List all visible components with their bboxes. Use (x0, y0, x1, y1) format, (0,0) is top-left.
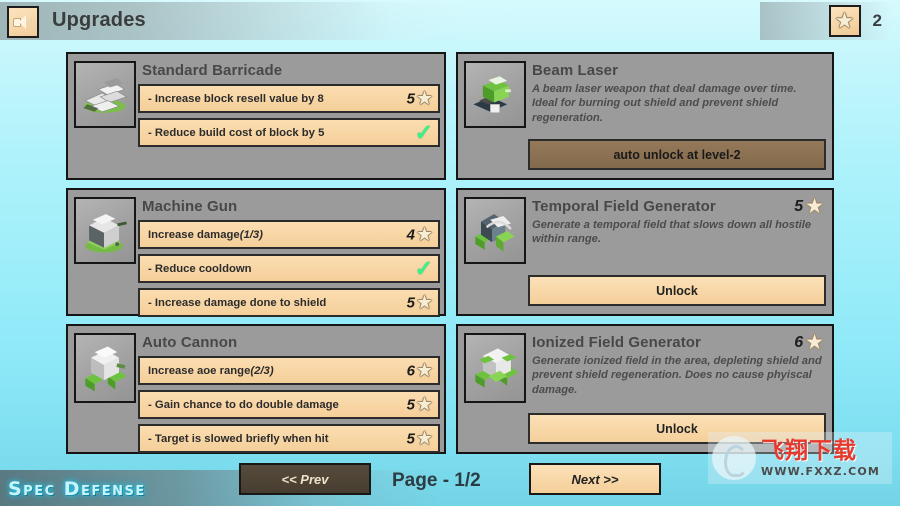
card-description: A beam laser weapon that deal damage ove… (532, 83, 797, 124)
upgrade-row-cost: 4 ★ (407, 225, 433, 244)
upgrade-row-list: - Increase block resell value by 8 5 ★ -… (138, 84, 440, 152)
star-icon-box: ★ (828, 5, 861, 37)
upgrade-card-standard-barricade[interactable]: Standard Barricade - Increase block rese… (66, 52, 446, 180)
card-title: Standard Barricade (142, 62, 283, 79)
machine-gun-tower-icon (74, 197, 136, 264)
checkmark-icon: ✓ (414, 119, 433, 145)
temporal-field-tower-icon (464, 197, 526, 264)
upgrade-row-label: - Reduce cooldown (148, 262, 252, 275)
upgrade-row-owned: ✓ (414, 255, 433, 281)
star-icon: ★ (834, 8, 855, 33)
card-title: Temporal Field Generator (532, 198, 716, 215)
page-indicator: Page - 1/2 (392, 470, 481, 491)
watermark-url-label: WWW.FXXZ.COM (761, 464, 881, 478)
star-icon: ★ (805, 331, 824, 354)
unlock-button-label: auto unlock at level-2 (613, 147, 741, 162)
card-unlock-cost: 5 ★ (794, 196, 824, 217)
ionized-field-tower-icon (464, 333, 526, 403)
watermark-text: 飞翔下载 WWW.FXXZ.COM (761, 437, 881, 478)
upgrade-card-temporal-field-generator[interactable]: Temporal Field Generator 5 ★ Generate a … (456, 188, 834, 316)
next-page-button[interactable]: Next >> (529, 463, 661, 495)
cost-value: 5 (406, 294, 415, 311)
star-icon: ★ (415, 224, 433, 245)
upgrade-row-cost: 5 ★ (407, 395, 433, 414)
upgrade-row-owned: ✓ (414, 119, 433, 145)
upgrade-row[interactable]: - Gain chance to do double damage 5 ★ (138, 390, 440, 419)
upgrade-row-label: Increase damage(1/3) (148, 228, 263, 241)
unlock-button-label: Unlock (656, 283, 698, 298)
auto-unlock-notice-button: auto unlock at level-2 (528, 139, 826, 170)
upgrade-row-cost: 5 ★ (407, 429, 433, 448)
card-title: Beam Laser (532, 62, 619, 79)
upgrade-row[interactable]: - Reduce cooldown ✓ (138, 254, 440, 283)
star-counter-background (760, 2, 890, 40)
card-unlock-cost: 6 ★ (794, 332, 824, 353)
upgrade-card-auto-cannon[interactable]: Auto Cannon Increase aoe range(2/3) 6 ★ … (66, 324, 446, 454)
upgrade-row-cost: 6 ★ (407, 361, 433, 380)
unlock-button-label: Unlock (656, 421, 698, 436)
sound-toggle-button[interactable] (7, 6, 39, 38)
next-button-label: Next >> (571, 471, 619, 487)
speaker-icon (13, 13, 35, 31)
star-currency-counter: ★ 2 (760, 2, 890, 40)
upgrade-row-list: Increase damage(1/3) 4 ★ - Reduce cooldo… (138, 220, 440, 322)
upgrade-row[interactable]: - Target is slowed briefly when hit 5 ★ (138, 424, 440, 453)
upgrade-row-label: - Increase block resell value by 8 (148, 92, 324, 105)
upgrade-row-cost: 5 ★ (407, 293, 433, 312)
star-icon: ★ (415, 428, 433, 449)
watermark-cn-label: 飞翔下载 (761, 437, 857, 464)
star-count-label: 2 (872, 11, 882, 30)
prev-page-button[interactable]: << Prev (239, 463, 371, 495)
cost-value: 6 (794, 333, 804, 351)
upgrade-row[interactable]: - Increase damage done to shield 5 ★ (138, 288, 440, 317)
upgrade-row-label: - Gain chance to do double damage (148, 398, 339, 411)
upgrade-row-label: - Target is slowed briefly when hit (148, 432, 329, 445)
cost-value: 5 (406, 430, 415, 447)
star-icon: ★ (415, 394, 433, 415)
game-title-logo: Spec Defense (8, 478, 146, 500)
upgrade-card-grid: Standard Barricade - Increase block rese… (0, 46, 900, 458)
watermark-logo-icon (712, 436, 756, 480)
upgrade-row-label: - Increase damage done to shield (148, 296, 327, 309)
star-icon: ★ (805, 195, 824, 218)
star-icon: ★ (415, 360, 433, 381)
card-description: Generate a temporal field that slows dow… (532, 219, 812, 246)
upgrade-row[interactable]: - Reduce build cost of block by 5 ✓ (138, 118, 440, 147)
upgrade-row-list: Increase aoe range(2/3) 6 ★ - Gain chanc… (138, 356, 440, 458)
cost-value: 4 (406, 226, 415, 243)
site-watermark: 飞翔下载 WWW.FXXZ.COM (708, 432, 892, 484)
card-description: Generate ionized field in the area, depl… (532, 355, 822, 396)
upgrade-row-label: Increase aoe range(2/3) (148, 364, 274, 377)
beam-laser-tower-icon (464, 61, 526, 128)
upgrade-row[interactable]: - Increase block resell value by 8 5 ★ (138, 84, 440, 113)
upgrade-row-cost: 5 ★ (407, 89, 433, 108)
auto-cannon-tower-icon (74, 333, 136, 403)
card-title: Machine Gun (142, 198, 238, 215)
card-title: Auto Cannon (142, 334, 238, 351)
upgrade-card-machine-gun[interactable]: Machine Gun Increase damage(1/3) 4 ★ - R… (66, 188, 446, 317)
cost-value: 5 (406, 90, 415, 107)
star-icon: ★ (415, 88, 433, 109)
upgrade-row[interactable]: Increase aoe range(2/3) 6 ★ (138, 356, 440, 385)
checkmark-icon: ✓ (414, 255, 433, 281)
star-icon: ★ (415, 292, 433, 313)
page-title: Upgrades (52, 9, 146, 31)
cost-value: 5 (794, 197, 804, 215)
cost-value: 6 (406, 362, 415, 379)
app-header: Upgrades ★ 2 (0, 0, 900, 44)
card-title: Ionized Field Generator (532, 334, 701, 351)
prev-button-label: << Prev (281, 471, 329, 487)
barricade-tower-icon (74, 61, 136, 128)
upgrade-row[interactable]: Increase damage(1/3) 4 ★ (138, 220, 440, 249)
unlock-button[interactable]: Unlock (528, 275, 826, 306)
upgrade-row-label: - Reduce build cost of block by 5 (148, 126, 325, 139)
cost-value: 5 (406, 396, 415, 413)
upgrade-card-beam-laser[interactable]: Beam Laser A beam laser weapon that deal… (456, 52, 834, 180)
